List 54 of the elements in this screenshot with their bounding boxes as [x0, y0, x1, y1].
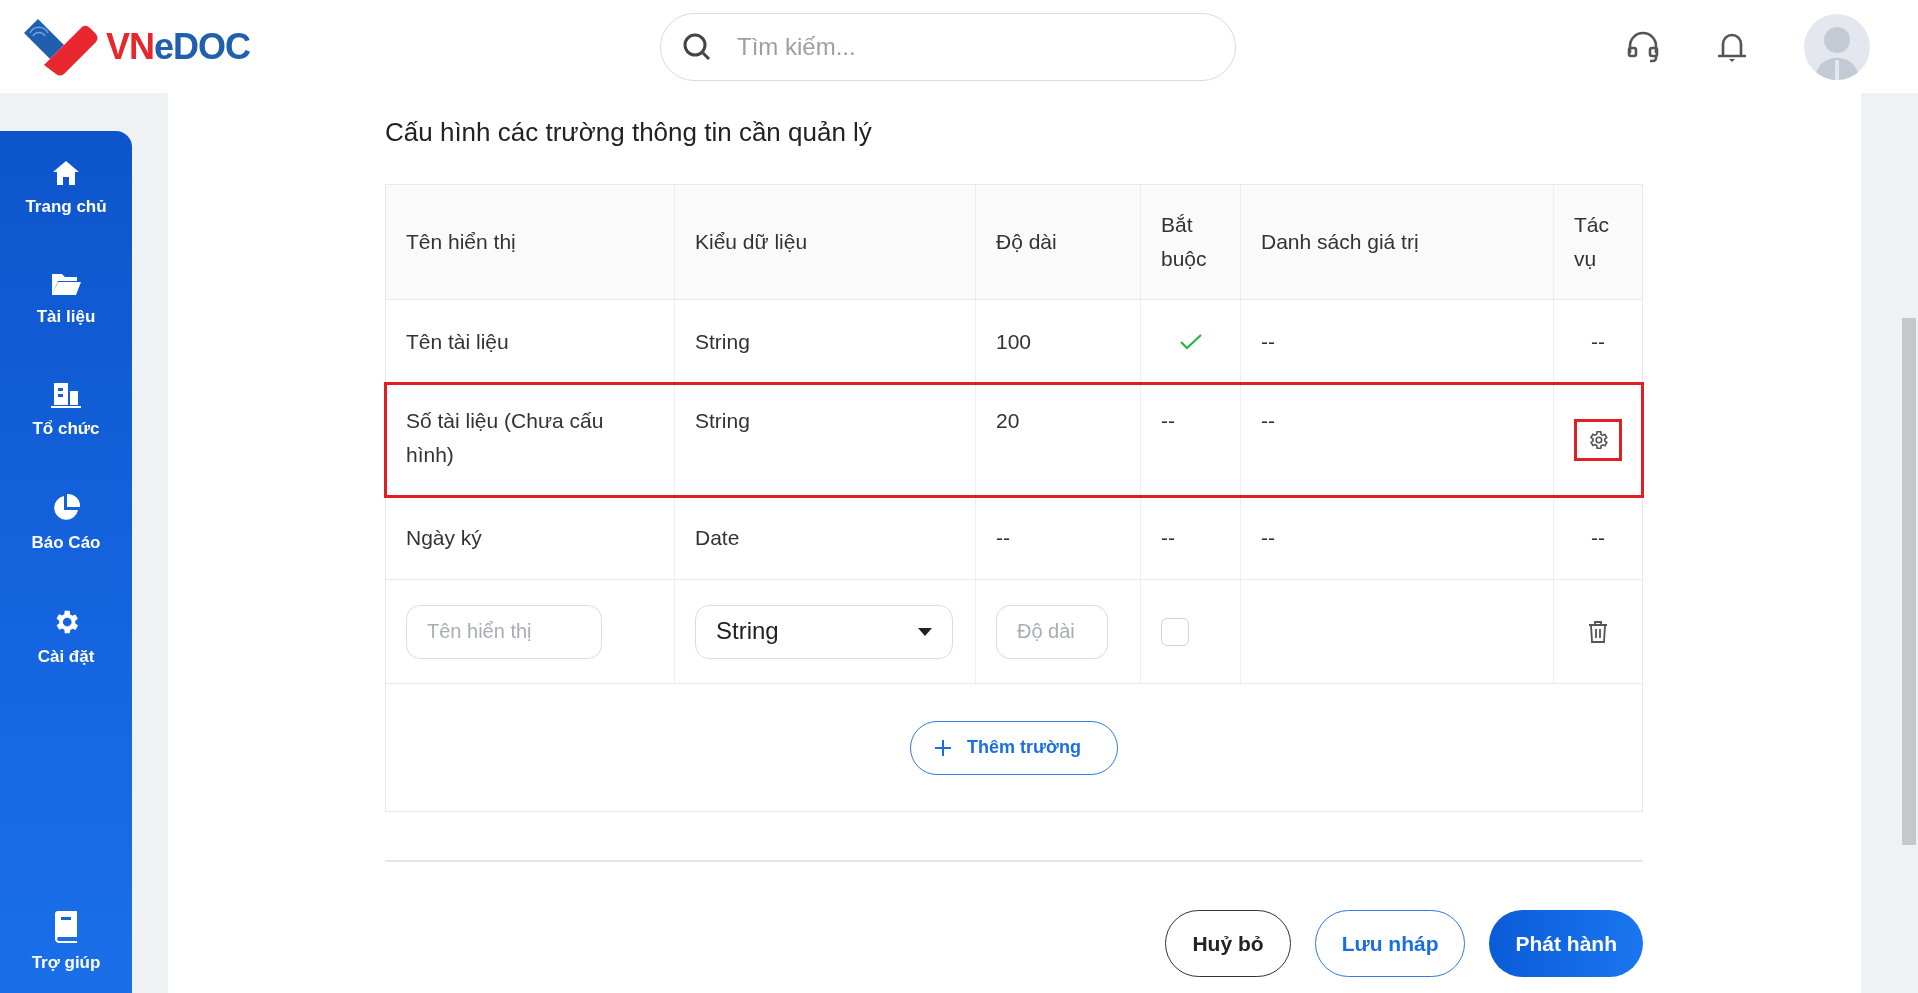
table-cell-text: --	[1591, 328, 1605, 355]
table-cell-text: String	[695, 328, 750, 355]
table-cell-text: Date	[695, 524, 740, 551]
nav-item[interactable]: Tài liệu	[36, 271, 96, 327]
trash-icon	[1588, 620, 1608, 643]
headset-icon	[1626, 30, 1660, 63]
table-cell-text: Số tài liệu (Chưa cấu hình)	[406, 408, 605, 468]
type-dropdown[interactable]: String	[695, 604, 953, 659]
table-cell-text: 20	[996, 408, 1020, 434]
column-header: Tác vụ	[1574, 212, 1610, 272]
table-cell-text: --	[1591, 524, 1605, 551]
logo-text: VNeDOC	[106, 25, 251, 68]
nav-item[interactable]: Trang chủ	[25, 159, 107, 217]
section-title: Cấu hình các trường thông tin cần quản lý	[385, 117, 873, 148]
table-cell-text: String	[695, 408, 750, 434]
column-header: Danh sách giá trị	[1261, 229, 1419, 256]
settings-icon	[1587, 428, 1609, 451]
table-cell-text: --	[1161, 408, 1175, 434]
building-icon	[50, 381, 82, 409]
column-header: Tên hiển thị	[406, 229, 516, 256]
required-checkbox[interactable]	[1161, 617, 1189, 646]
length-input[interactable]: Độ dài	[996, 604, 1108, 659]
nav-item[interactable]: Cài đặt	[37, 607, 95, 667]
user-silhouette-icon	[1815, 25, 1859, 80]
table-cell-text: --	[996, 524, 1010, 551]
home-icon	[51, 159, 81, 187]
folder-icon	[50, 271, 82, 297]
plus-icon	[935, 739, 952, 756]
table-cell-text: --	[1261, 328, 1275, 355]
column-header: Độ dài	[996, 229, 1057, 256]
search-field[interactable]: Tìm kiếm...	[660, 12, 1236, 81]
add-field-button[interactable]: Thêm trường	[910, 720, 1118, 775]
column-header: Bắt buộc	[1161, 212, 1208, 272]
save-draft-button[interactable]: Lưu nháp	[1314, 910, 1466, 977]
table-cell-text: --	[1261, 524, 1275, 551]
delete-button[interactable]	[1588, 620, 1608, 643]
table-cell-text: 100	[996, 328, 1032, 355]
support-button[interactable]	[1626, 30, 1660, 63]
search-icon	[682, 31, 712, 62]
caret-icon	[918, 627, 932, 636]
table-cell-text: Ngày ký	[406, 524, 482, 551]
column-header: Kiểu dữ liệu	[695, 229, 808, 256]
table-cell-text: --	[1261, 408, 1275, 434]
table-cell-text: Tên tài liệu	[406, 328, 509, 355]
publish-button[interactable]: Phát hành	[1489, 910, 1643, 977]
nav-item[interactable]: Trợ giúp	[31, 911, 101, 973]
book-icon	[52, 911, 80, 943]
nav-item[interactable]: Tổ chức	[32, 381, 100, 439]
table-cell-text: --	[1161, 524, 1175, 551]
nav-item[interactable]: Báo Cáo	[31, 493, 101, 553]
cancel-button[interactable]: Huỷ bỏ	[1165, 910, 1291, 977]
settings-button[interactable]	[1574, 418, 1622, 461]
name-input[interactable]: Tên hiển thị	[406, 604, 602, 659]
pie-chart-icon	[51, 493, 81, 523]
